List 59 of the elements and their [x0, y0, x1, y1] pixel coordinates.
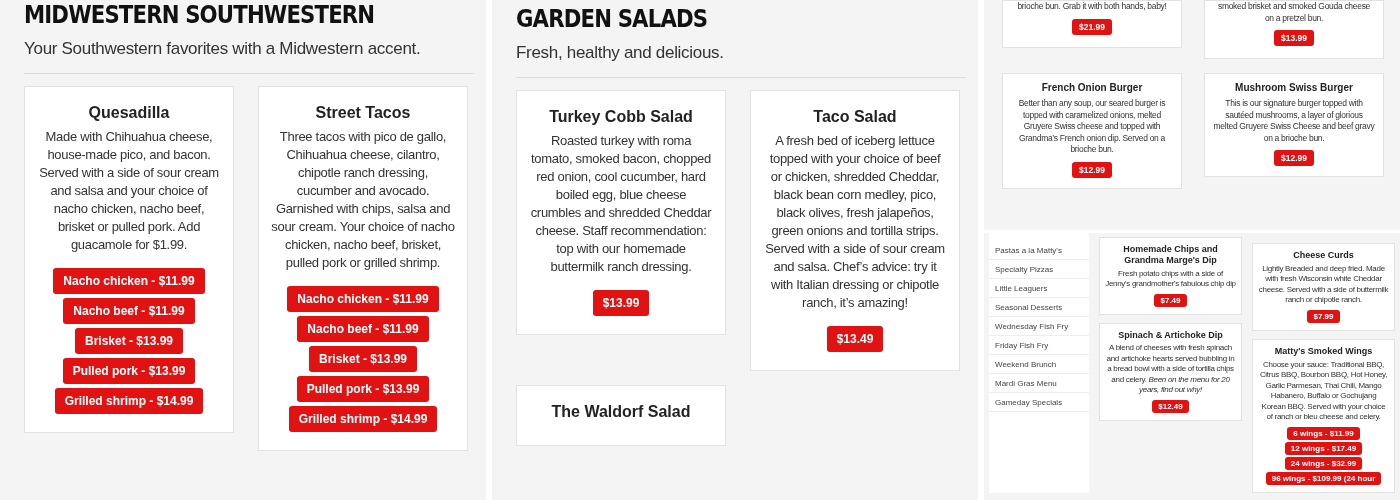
dish-description: This is our signature burger topped with sautéed mushrooms, a layer of glorious melted Gruyere Swiss Cheese and beef gravy on a brioche bun.	[1213, 98, 1375, 144]
dish-description: Roasted turkey with roma tomato, smoked bacon, chopped red onion, cool cucumber, hard boiled egg, blue cheese crumbles and shredded Cheddar cheese. Staff recommendation: top with our homemade buttermilk ranch dressing.	[529, 132, 713, 277]
dish-description: Better than any soup, our seared burger is topped with caramelized onions, melted Gruyere Swiss cheese and topped with Grandma’s French onion dip. Served on a brioche bun.	[1017, 98, 1167, 156]
category-link[interactable]: Gameday Specials	[989, 393, 1089, 412]
dish-title: Turkey Cobb Salad	[549, 107, 693, 127]
price-button[interactable]: Brisket - $13.99	[308, 346, 418, 373]
dish-description: Fresh potato chips with a side of Jenny's grandmother's fabulous chip dip	[1105, 268, 1236, 290]
category-link[interactable]: Mardi Gras Menu	[989, 374, 1089, 393]
section-heading: GARDEN SALADS	[516, 4, 709, 33]
price-button[interactable]: $21.99	[1072, 18, 1112, 35]
price-button[interactable]: Pulled pork - $13.99	[296, 376, 430, 403]
dish-title: Homemade Chips and Grandma Marge's Dip	[1122, 244, 1219, 266]
category-link[interactable]: Pastas a la Matty's	[989, 241, 1089, 260]
price-button[interactable]: Grilled shrimp - $14.99	[54, 388, 204, 415]
dish-description: Lightly Breaded and deep fried. Made with fresh Wisconsin white Cheddar cheese. Served with a side of buttermilk ranch or chipotle ranch.	[1258, 263, 1389, 306]
category-link[interactable]: Specialty Pizzas	[989, 260, 1089, 279]
category-link[interactable]: Seasonal Desserts	[989, 298, 1089, 317]
dish-description: smoked brisket and smoked Gouda cheese on a pretzel bun.	[1216, 1, 1372, 24]
price-button[interactable]: $13.99	[592, 290, 650, 317]
section-subtitle: Fresh, healthy and delicious.	[516, 43, 725, 63]
price-button[interactable]: $12.99	[1274, 150, 1314, 166]
dish-title: French Onion Burger	[1041, 82, 1143, 94]
dish-description: A fresh bed of iceberg lettuce topped with your choice of beef or chicken, shredded Cheddar, black bean corn medley, pico, black olives, fresh jalapeños, green onions and tortilla strips. Served with a side of sour cream and salsa. Chef’s advice: try it with Italian dressing or chipotle ranch, it’s amazing!	[764, 132, 946, 313]
dish-description: Made with Chihuahua cheese, house-made pico, and bacon. Served with a side of sour cream and salsa and your choice of nacho chicken, nacho beef, brisket or pulled pork. Add guacamole for $1.99.	[38, 128, 220, 255]
price-button[interactable]: Nacho beef - $11.99	[63, 298, 195, 325]
price-button[interactable]: $12.49	[1152, 399, 1189, 413]
price-button[interactable]: Nacho chicken - $11.99	[53, 268, 205, 295]
section-heading: MIDWESTERN SOUTHWESTERN	[24, 0, 376, 29]
price-button[interactable]: 6 wings - $11.99	[1287, 426, 1360, 440]
price-button[interactable]: Brisket - $13.99	[74, 328, 184, 355]
price-button[interactable]: Grilled shrimp - $14.99	[288, 406, 438, 433]
price-button[interactable]: 96 wings - $109.99 (24 hour	[1265, 471, 1382, 485]
dish-title: Matty's Smoked Wings	[1274, 345, 1373, 357]
category-link[interactable]: Little Leaguers	[989, 279, 1089, 298]
price-button[interactable]: $7.49	[1154, 293, 1187, 307]
dish-title: Quesadilla	[88, 103, 170, 123]
dish-description: Choose your sauce: Traditional BBQ, Citrus BBQ, Bourbon BBQ, Hot Honey, Garlic Parmesan, Thai Chili, Mango Habanero, Buffalo or Gochujang Korean BBQ. Served with your choice of ranch or bleu cheese and celery.	[1258, 359, 1389, 423]
dish-title: Mushroom Swiss Burger	[1235, 82, 1353, 94]
price-button[interactable]: $13.49	[826, 326, 884, 353]
dish-description: Three tacos with pico de gallo, Chihuahua cheese, cilantro, chipotle ranch dressing, cucumber and avocado. Garnished with chips, salsa and sour cream. Your choice of nacho chicken, nacho beef, brisket, pulled pork or grilled shrimp.	[271, 128, 455, 273]
price-button[interactable]: $12.99	[1072, 161, 1112, 178]
price-button[interactable]: Pulled pork - $13.99	[62, 358, 196, 385]
category-link[interactable]: Weekend Brunch	[989, 355, 1089, 374]
category-link[interactable]: Friday Fish Fry	[989, 336, 1089, 355]
dish-title: The Waldorf Salad	[551, 402, 691, 422]
dish-title: Cheese Curds	[1293, 250, 1354, 261]
dish-description: brioche bun. Grab it with both hands, baby!	[1017, 1, 1167, 13]
dish-title: Street Tacos	[315, 103, 411, 123]
price-button[interactable]: $7.99	[1307, 309, 1340, 323]
dish-title: Taco Salad	[813, 107, 897, 127]
price-button[interactable]: Nacho beef - $11.99	[297, 316, 429, 343]
price-button[interactable]: 24 wings - $32.99	[1284, 456, 1363, 470]
price-button[interactable]: $13.99	[1274, 30, 1314, 46]
dish-title: Spinach & Artichoke Dip	[1118, 329, 1223, 341]
category-link[interactable]: Wednesday Fish Fry	[989, 317, 1089, 336]
price-button[interactable]: Nacho chicken - $11.99	[287, 286, 439, 313]
section-subtitle: Your Southwestern favorites with a Midwestern accent.	[24, 39, 422, 59]
dish-description: A blend of cheeses with fresh spinach and artichoke hearts served bubbling in a bread bowl with a side of tortilla chips and celery. Been on the menu for 20 years, find out why!	[1105, 343, 1236, 396]
price-button[interactable]: 12 wings - $17.49	[1284, 441, 1363, 455]
